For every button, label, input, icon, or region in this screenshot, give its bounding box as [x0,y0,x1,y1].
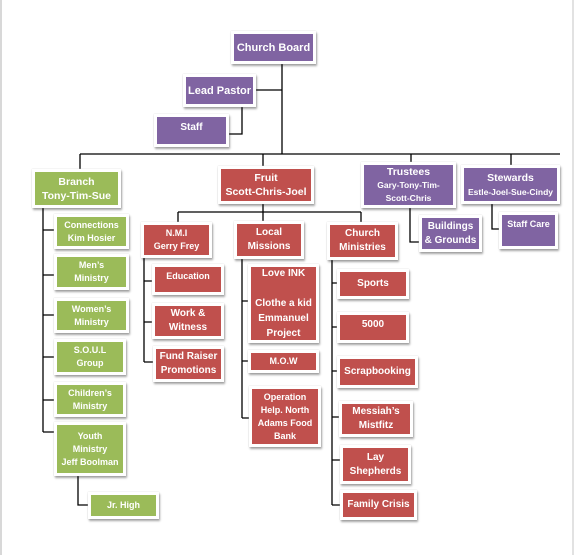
church-board-box[interactable]: Church Board [231,31,316,64]
work-witness-box[interactable]: Work & Witness [152,303,224,339]
stewards-title: Stewards [487,171,534,184]
sports-box[interactable]: Sports [337,269,409,299]
church-ministries-box[interactable]: Church Ministries [327,222,398,260]
5000-box[interactable]: 5000 [337,312,409,343]
lay-shepherds-box[interactable]: Lay Shepherds [340,445,411,484]
trustees-members: Gary-Tony-Tim- Scott-Chris [377,179,440,203]
fruit-bus [177,203,362,223]
staff-link [228,107,243,135]
family-crisis-box[interactable]: Family Crisis [340,490,417,520]
nmi-box[interactable]: N.M.I Gerry Frey [141,222,212,258]
staff-care-box[interactable]: Staff Care [499,212,558,249]
soul-group-box[interactable]: S.O.U.L Group [54,339,126,375]
lead-pastor-box[interactable]: Lead Pastor [183,74,256,107]
fund-raiser-box[interactable]: Fund Raiser Promotions [153,346,224,382]
trustees-box[interactable]: Trustees Gary-Tony-Tim- Scott-Chris [361,162,456,208]
buildings-grounds-box[interactable]: Buildings & Grounds [419,215,482,252]
mens-ministry-box[interactable]: Men’s Ministry [54,254,129,290]
womens-ministry-box[interactable]: Women’s Ministry [54,298,129,333]
jr-high-box[interactable]: Jr. High [88,492,159,519]
staff-box[interactable]: Staff [154,114,229,147]
stewards-members: Estle-Joel-Sue-Cindy [467,186,554,197]
branch-box[interactable]: Branch Tony-Tim-Sue [32,169,121,208]
messiahs-mistfitz-box[interactable]: Messiah’s Mistfitz [339,401,413,437]
mow-box[interactable]: M.O.W [248,350,319,373]
childrens-ministry-box[interactable]: Children’s Ministry [54,382,126,417]
youth-ministry-box[interactable]: Youth Ministry Jeff Boolman [54,422,126,476]
fruit-box[interactable]: Fruit Scott-Chris-Joel [218,166,314,204]
trustees-title: Trustees [386,165,431,178]
education-box[interactable]: Education [152,264,224,295]
local-missions-box[interactable]: Local Missions [234,221,304,259]
scrapbooking-box[interactable]: Scrapbooking [337,356,418,388]
connections-box[interactable]: Connections Kim Hosier [54,214,129,249]
love-ink-box[interactable]: Love INK Clothe a kid Emmanuel Project [248,264,319,343]
stewards-box[interactable]: Stewards Estle-Joel-Sue-Cindy [461,165,560,204]
operation-help-box[interactable]: Operation Help. North Adams Food Bank [249,386,321,447]
